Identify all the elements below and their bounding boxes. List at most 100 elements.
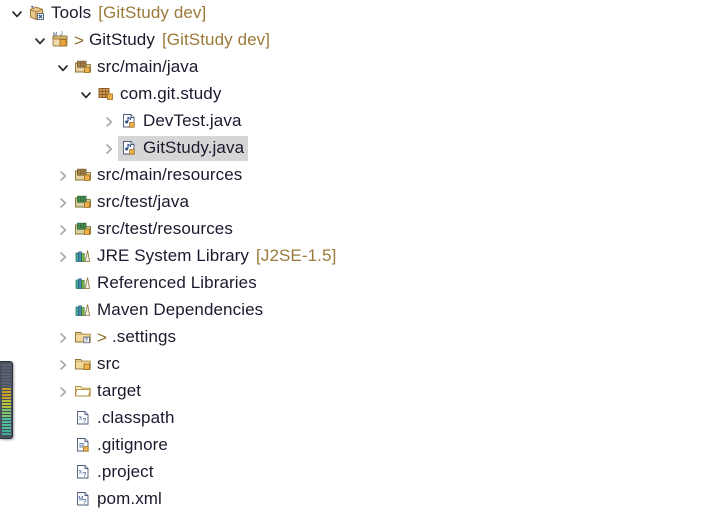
tree-row[interactable]: JRE System Library [J2SE-1.5]: [0, 243, 709, 270]
meter-segment: [2, 397, 11, 399]
meter-segment: [2, 403, 11, 405]
tree-item[interactable]: ? > .settings: [72, 325, 180, 350]
tree-item-annotation: [GitStudy dev]: [161, 30, 271, 49]
chevron-right-icon[interactable]: [100, 140, 118, 158]
folder-untracked-icon: ?: [74, 328, 92, 346]
chevron-right-icon[interactable]: [100, 113, 118, 131]
meter-segment: [2, 367, 11, 369]
tree-row[interactable]: target: [0, 378, 709, 405]
tree-row[interactable]: Tools [GitStudy dev]: [0, 0, 709, 27]
library-icon: [74, 274, 92, 292]
meter-segment: [2, 427, 11, 429]
tree-item-label: target: [97, 381, 142, 400]
chevron-down-icon[interactable]: [31, 32, 49, 50]
test-source-folder-icon: [74, 193, 92, 211]
tree-item-selected[interactable]: GitStudy.java: [118, 136, 249, 161]
tree-item-label: .classpath: [97, 408, 175, 427]
tree-item[interactable]: DevTest.java: [118, 109, 246, 134]
tree-row[interactable]: x? .classpath: [0, 405, 709, 432]
folder-plain-icon: [74, 382, 92, 400]
tree-row[interactable]: Referenced Libraries: [0, 270, 709, 297]
tree-row[interactable]: src/main/java: [0, 54, 709, 81]
tree-item[interactable]: M? pom.xml: [72, 487, 166, 512]
tree-item[interactable]: JRE System Library [J2SE-1.5]: [72, 244, 340, 269]
tree-row[interactable]: .gitignore: [0, 432, 709, 459]
tree-row[interactable]: src/test/java: [0, 189, 709, 216]
tree-item-label: src/main/resources: [97, 165, 243, 184]
chevron-down-icon[interactable]: [54, 59, 72, 77]
meter-segment: [2, 382, 11, 384]
tree-item-label: DevTest.java: [143, 111, 242, 130]
tree-item-label: pom.xml: [97, 489, 162, 508]
meter-segment: [2, 373, 11, 375]
tree-row[interactable]: src: [0, 351, 709, 378]
meter-segment: [2, 421, 11, 423]
library-icon: [74, 301, 92, 319]
tree-item[interactable]: Tools [GitStudy dev]: [26, 1, 210, 26]
tree-row[interactable]: M J > GitStudy [GitStudy dev]: [0, 27, 709, 54]
git-dirty-marker: >: [74, 30, 84, 50]
tree-item[interactable]: x? .project: [72, 460, 158, 485]
tree-item[interactable]: com.git.study: [95, 82, 225, 107]
meter-segment: [2, 394, 11, 396]
meter-segment: [2, 400, 11, 402]
tree-item-label: GitStudy: [88, 30, 155, 49]
tree-item[interactable]: Referenced Libraries: [72, 271, 261, 296]
twisty-placeholder: [54, 464, 72, 482]
tree-row[interactable]: GitStudy.java: [0, 135, 709, 162]
tree-item[interactable]: target: [72, 379, 145, 404]
tree-item[interactable]: src/main/resources: [72, 163, 246, 188]
test-source-folder-icon: [74, 220, 92, 238]
tree-row[interactable]: Maven Dependencies: [0, 297, 709, 324]
tree-item[interactable]: src/test/resources: [72, 217, 237, 242]
tree-item[interactable]: x? .classpath: [72, 406, 179, 431]
tree-item-annotation: [J2SE-1.5]: [256, 246, 337, 265]
chevron-right-icon[interactable]: [54, 194, 72, 212]
tree-item-label: Referenced Libraries: [97, 273, 257, 292]
package-icon: [97, 85, 115, 103]
java-file-icon: [120, 112, 138, 130]
tree-row[interactable]: src/test/resources: [0, 216, 709, 243]
tree-item-label: src/test/java: [97, 192, 189, 211]
tree-row[interactable]: ? > .settings: [0, 324, 709, 351]
twisty-placeholder: [54, 491, 72, 509]
tree-item[interactable]: M J > GitStudy [GitStudy dev]: [49, 28, 274, 53]
tree-row[interactable]: x? .project: [0, 459, 709, 486]
meter-segment: [2, 406, 11, 408]
chevron-right-icon[interactable]: [54, 167, 72, 185]
tree-item[interactable]: Maven Dependencies: [72, 298, 267, 323]
tree-row[interactable]: M? pom.xml: [0, 486, 709, 513]
chevron-down-icon[interactable]: [8, 5, 26, 23]
tree-item[interactable]: .gitignore: [72, 433, 172, 458]
meter-segment: [2, 418, 11, 420]
xml-file-icon: x?: [74, 409, 92, 427]
source-folder-icon: [74, 166, 92, 184]
chevron-right-icon[interactable]: [54, 221, 72, 239]
chevron-right-icon[interactable]: [54, 248, 72, 266]
chevron-right-icon[interactable]: [54, 383, 72, 401]
tree-item[interactable]: src/main/java: [72, 55, 202, 80]
tree-row[interactable]: src/main/resources: [0, 162, 709, 189]
chevron-right-icon[interactable]: [54, 356, 72, 374]
chevron-right-icon[interactable]: [54, 329, 72, 347]
tree-row[interactable]: DevTest.java: [0, 108, 709, 135]
twisty-placeholder: [54, 437, 72, 455]
project-explorer-tree[interactable]: Tools [GitStudy dev] M J > GitStudy [GitStudy …: [0, 0, 709, 512]
edge-level-meter[interactable]: [0, 361, 13, 439]
tree-item-label: src/main/java: [97, 57, 199, 76]
folder-tracked-icon: [74, 355, 92, 373]
source-folder-icon: [74, 58, 92, 76]
twisty-placeholder: [54, 275, 72, 293]
svg-text:?: ?: [82, 418, 86, 425]
meter-segment: [2, 415, 11, 417]
tree-item-label: .project: [97, 462, 154, 481]
tree-item[interactable]: src/test/java: [72, 190, 193, 215]
tree-item-label: Maven Dependencies: [97, 300, 264, 319]
tree-item[interactable]: src: [72, 352, 124, 377]
meter-segment: [2, 364, 11, 366]
tree-row[interactable]: com.git.study: [0, 81, 709, 108]
chevron-down-icon[interactable]: [77, 86, 95, 104]
